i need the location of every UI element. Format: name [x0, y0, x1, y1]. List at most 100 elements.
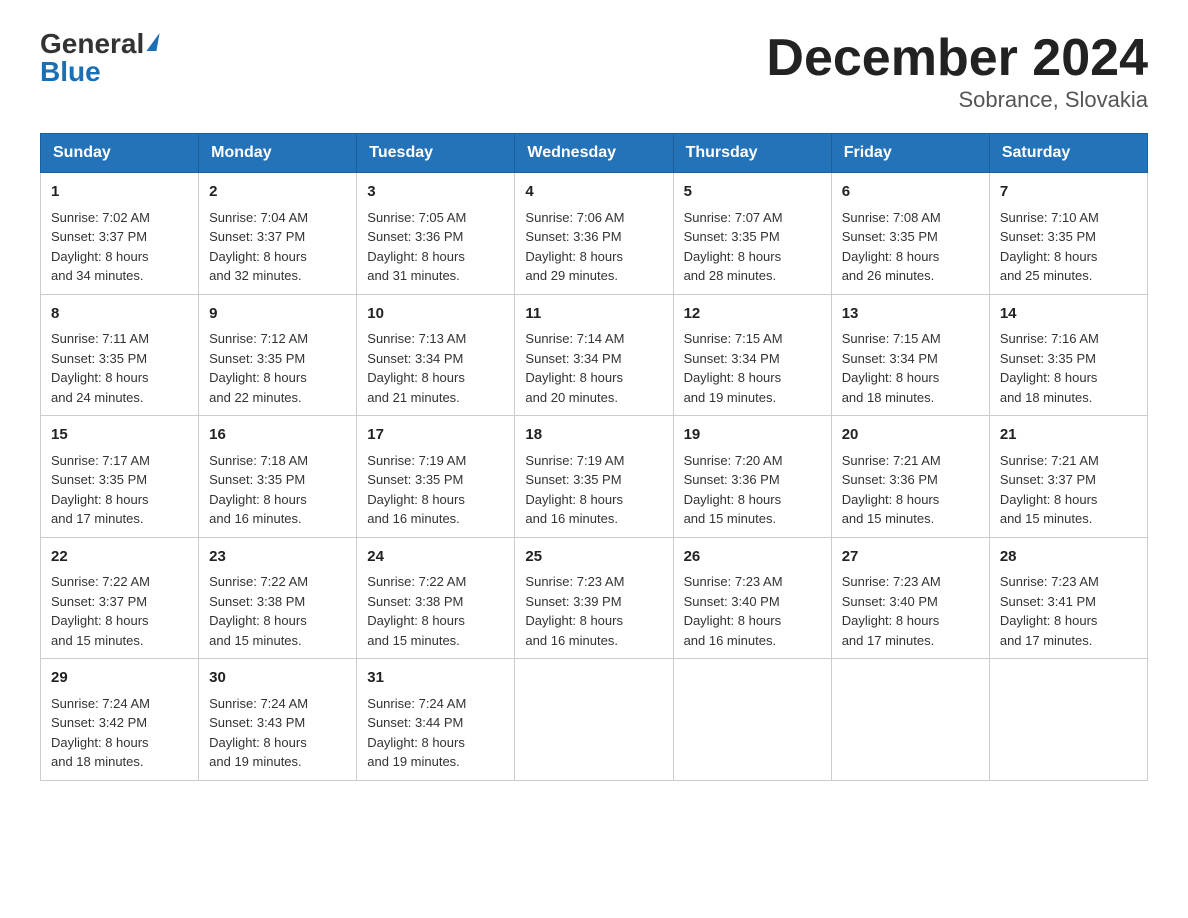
day-number: 30	[209, 667, 346, 690]
day-info: Sunrise: 7:23 AMSunset: 3:41 PMDaylight:…	[1000, 574, 1099, 648]
page-header: General Blue December 2024 Sobrance, Slo…	[40, 30, 1148, 113]
day-number: 7	[1000, 181, 1137, 204]
day-number: 3	[367, 181, 504, 204]
calendar-cell: 4 Sunrise: 7:06 AMSunset: 3:36 PMDayligh…	[515, 173, 673, 295]
day-number: 8	[51, 303, 188, 326]
calendar-cell	[831, 659, 989, 781]
day-info: Sunrise: 7:19 AMSunset: 3:35 PMDaylight:…	[525, 453, 624, 527]
day-number: 15	[51, 424, 188, 447]
calendar-cell	[673, 659, 831, 781]
title-section: December 2024 Sobrance, Slovakia	[766, 30, 1148, 113]
day-number: 1	[51, 181, 188, 204]
week-row-5: 29 Sunrise: 7:24 AMSunset: 3:42 PMDaylig…	[41, 659, 1148, 781]
day-info: Sunrise: 7:24 AMSunset: 3:43 PMDaylight:…	[209, 696, 308, 770]
month-title: December 2024	[766, 30, 1148, 87]
col-wednesday: Wednesday	[515, 134, 673, 173]
calendar-cell: 21 Sunrise: 7:21 AMSunset: 3:37 PMDaylig…	[989, 416, 1147, 538]
calendar-cell: 29 Sunrise: 7:24 AMSunset: 3:42 PMDaylig…	[41, 659, 199, 781]
day-number: 25	[525, 546, 662, 569]
calendar-cell: 26 Sunrise: 7:23 AMSunset: 3:40 PMDaylig…	[673, 537, 831, 659]
day-info: Sunrise: 7:19 AMSunset: 3:35 PMDaylight:…	[367, 453, 466, 527]
calendar-cell: 15 Sunrise: 7:17 AMSunset: 3:35 PMDaylig…	[41, 416, 199, 538]
day-number: 4	[525, 181, 662, 204]
day-number: 24	[367, 546, 504, 569]
calendar-cell: 3 Sunrise: 7:05 AMSunset: 3:36 PMDayligh…	[357, 173, 515, 295]
calendar-cell	[515, 659, 673, 781]
calendar-cell: 28 Sunrise: 7:23 AMSunset: 3:41 PMDaylig…	[989, 537, 1147, 659]
day-number: 9	[209, 303, 346, 326]
day-number: 19	[684, 424, 821, 447]
calendar-table: Sunday Monday Tuesday Wednesday Thursday…	[40, 133, 1148, 781]
day-info: Sunrise: 7:18 AMSunset: 3:35 PMDaylight:…	[209, 453, 308, 527]
calendar-cell: 2 Sunrise: 7:04 AMSunset: 3:37 PMDayligh…	[199, 173, 357, 295]
day-info: Sunrise: 7:04 AMSunset: 3:37 PMDaylight:…	[209, 210, 308, 284]
day-info: Sunrise: 7:06 AMSunset: 3:36 PMDaylight:…	[525, 210, 624, 284]
day-number: 20	[842, 424, 979, 447]
col-thursday: Thursday	[673, 134, 831, 173]
day-info: Sunrise: 7:15 AMSunset: 3:34 PMDaylight:…	[684, 331, 783, 405]
day-number: 14	[1000, 303, 1137, 326]
calendar-cell: 7 Sunrise: 7:10 AMSunset: 3:35 PMDayligh…	[989, 173, 1147, 295]
day-info: Sunrise: 7:05 AMSunset: 3:36 PMDaylight:…	[367, 210, 466, 284]
day-info: Sunrise: 7:17 AMSunset: 3:35 PMDaylight:…	[51, 453, 150, 527]
day-info: Sunrise: 7:10 AMSunset: 3:35 PMDaylight:…	[1000, 210, 1099, 284]
calendar-cell: 22 Sunrise: 7:22 AMSunset: 3:37 PMDaylig…	[41, 537, 199, 659]
calendar-cell: 12 Sunrise: 7:15 AMSunset: 3:34 PMDaylig…	[673, 294, 831, 416]
calendar-cell	[989, 659, 1147, 781]
calendar-cell: 31 Sunrise: 7:24 AMSunset: 3:44 PMDaylig…	[357, 659, 515, 781]
logo: General Blue	[40, 30, 158, 86]
day-number: 13	[842, 303, 979, 326]
day-info: Sunrise: 7:24 AMSunset: 3:44 PMDaylight:…	[367, 696, 466, 770]
day-info: Sunrise: 7:16 AMSunset: 3:35 PMDaylight:…	[1000, 331, 1099, 405]
calendar-cell: 30 Sunrise: 7:24 AMSunset: 3:43 PMDaylig…	[199, 659, 357, 781]
day-info: Sunrise: 7:23 AMSunset: 3:40 PMDaylight:…	[842, 574, 941, 648]
col-tuesday: Tuesday	[357, 134, 515, 173]
calendar-cell: 18 Sunrise: 7:19 AMSunset: 3:35 PMDaylig…	[515, 416, 673, 538]
day-number: 6	[842, 181, 979, 204]
day-number: 22	[51, 546, 188, 569]
day-info: Sunrise: 7:24 AMSunset: 3:42 PMDaylight:…	[51, 696, 150, 770]
day-number: 2	[209, 181, 346, 204]
calendar-cell: 16 Sunrise: 7:18 AMSunset: 3:35 PMDaylig…	[199, 416, 357, 538]
calendar-cell: 14 Sunrise: 7:16 AMSunset: 3:35 PMDaylig…	[989, 294, 1147, 416]
calendar-cell: 5 Sunrise: 7:07 AMSunset: 3:35 PMDayligh…	[673, 173, 831, 295]
day-info: Sunrise: 7:02 AMSunset: 3:37 PMDaylight:…	[51, 210, 150, 284]
day-number: 16	[209, 424, 346, 447]
calendar-cell: 27 Sunrise: 7:23 AMSunset: 3:40 PMDaylig…	[831, 537, 989, 659]
day-number: 26	[684, 546, 821, 569]
day-number: 29	[51, 667, 188, 690]
day-info: Sunrise: 7:22 AMSunset: 3:38 PMDaylight:…	[367, 574, 466, 648]
day-number: 17	[367, 424, 504, 447]
day-info: Sunrise: 7:22 AMSunset: 3:37 PMDaylight:…	[51, 574, 150, 648]
week-row-2: 8 Sunrise: 7:11 AMSunset: 3:35 PMDayligh…	[41, 294, 1148, 416]
calendar-cell: 17 Sunrise: 7:19 AMSunset: 3:35 PMDaylig…	[357, 416, 515, 538]
week-row-3: 15 Sunrise: 7:17 AMSunset: 3:35 PMDaylig…	[41, 416, 1148, 538]
calendar-header-row: Sunday Monday Tuesday Wednesday Thursday…	[41, 134, 1148, 173]
location-subtitle: Sobrance, Slovakia	[766, 87, 1148, 113]
day-info: Sunrise: 7:21 AMSunset: 3:36 PMDaylight:…	[842, 453, 941, 527]
day-info: Sunrise: 7:15 AMSunset: 3:34 PMDaylight:…	[842, 331, 941, 405]
col-saturday: Saturday	[989, 134, 1147, 173]
week-row-1: 1 Sunrise: 7:02 AMSunset: 3:37 PMDayligh…	[41, 173, 1148, 295]
day-info: Sunrise: 7:21 AMSunset: 3:37 PMDaylight:…	[1000, 453, 1099, 527]
day-number: 10	[367, 303, 504, 326]
calendar-cell: 25 Sunrise: 7:23 AMSunset: 3:39 PMDaylig…	[515, 537, 673, 659]
calendar-cell: 19 Sunrise: 7:20 AMSunset: 3:36 PMDaylig…	[673, 416, 831, 538]
day-number: 5	[684, 181, 821, 204]
calendar-cell: 6 Sunrise: 7:08 AMSunset: 3:35 PMDayligh…	[831, 173, 989, 295]
calendar-cell: 10 Sunrise: 7:13 AMSunset: 3:34 PMDaylig…	[357, 294, 515, 416]
col-friday: Friday	[831, 134, 989, 173]
logo-general-text: General	[40, 30, 144, 58]
day-number: 11	[525, 303, 662, 326]
day-info: Sunrise: 7:23 AMSunset: 3:39 PMDaylight:…	[525, 574, 624, 648]
day-info: Sunrise: 7:07 AMSunset: 3:35 PMDaylight:…	[684, 210, 783, 284]
calendar-cell: 13 Sunrise: 7:15 AMSunset: 3:34 PMDaylig…	[831, 294, 989, 416]
calendar-cell: 1 Sunrise: 7:02 AMSunset: 3:37 PMDayligh…	[41, 173, 199, 295]
day-info: Sunrise: 7:13 AMSunset: 3:34 PMDaylight:…	[367, 331, 466, 405]
calendar-cell: 24 Sunrise: 7:22 AMSunset: 3:38 PMDaylig…	[357, 537, 515, 659]
day-number: 28	[1000, 546, 1137, 569]
day-number: 23	[209, 546, 346, 569]
calendar-cell: 9 Sunrise: 7:12 AMSunset: 3:35 PMDayligh…	[199, 294, 357, 416]
day-info: Sunrise: 7:12 AMSunset: 3:35 PMDaylight:…	[209, 331, 308, 405]
day-info: Sunrise: 7:23 AMSunset: 3:40 PMDaylight:…	[684, 574, 783, 648]
